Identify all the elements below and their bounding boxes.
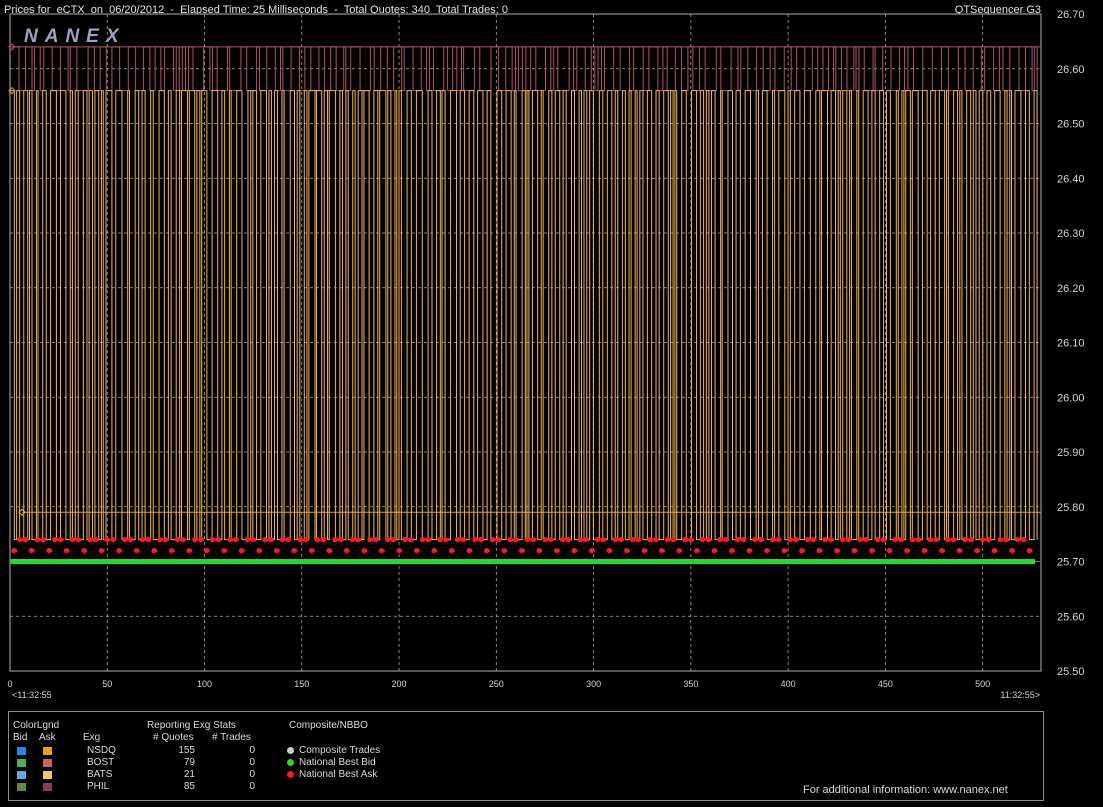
trade-count: 0 bbox=[249, 769, 255, 780]
ask-header: Ask bbox=[39, 732, 56, 743]
trade-count: 0 bbox=[249, 757, 255, 768]
legend-panel: ColorLgnd Bid Ask Exg Reporting Exg Stat… bbox=[8, 711, 1044, 801]
x-tick-label: 200 bbox=[392, 679, 407, 689]
ask-color-swatch bbox=[43, 747, 52, 755]
ask-color-swatch bbox=[43, 783, 52, 791]
y-tick-label: 26.10 bbox=[1057, 338, 1085, 350]
stats-title: Reporting Exg Stats bbox=[147, 720, 236, 731]
y-tick-label: 26.40 bbox=[1057, 173, 1085, 185]
y-tick-label: 25.90 bbox=[1057, 447, 1085, 459]
bid-color-swatch bbox=[17, 783, 26, 791]
quotes-header: # Quotes bbox=[153, 732, 194, 743]
ask-color-swatch bbox=[43, 759, 52, 767]
exg-header: Exg bbox=[83, 732, 101, 743]
trades-header: # Trades bbox=[212, 732, 251, 743]
x-tick-label: 250 bbox=[489, 679, 504, 689]
y-tick-label: 26.60 bbox=[1057, 64, 1085, 76]
x-tick-label: 450 bbox=[878, 679, 893, 689]
price-chart: 0 50 100 150 200 250 300 350 400 450 500 25.50 25.60… bbox=[7, 9, 1085, 700]
composite-title: Composite/NBBO bbox=[289, 720, 368, 731]
x-start-time: <11:32:55 bbox=[12, 690, 52, 700]
bid-color-swatch bbox=[17, 771, 26, 779]
composite-label: Composite Trades bbox=[299, 745, 381, 756]
y-tick-label: 25.50 bbox=[1057, 666, 1085, 678]
ask-color-swatch bbox=[43, 771, 52, 779]
y-tick-label: 26.00 bbox=[1057, 392, 1085, 404]
x-tick-label: 500 bbox=[975, 679, 990, 689]
quote-count: 21 bbox=[183, 769, 195, 780]
y-tick-label: 25.70 bbox=[1057, 557, 1085, 569]
x-tick-label: 400 bbox=[781, 679, 796, 689]
x-tick-label: 350 bbox=[683, 679, 698, 689]
nanex-logo: NANEX bbox=[24, 26, 126, 47]
exchange-name: BOST bbox=[87, 757, 115, 768]
x-tick-label: 150 bbox=[294, 679, 309, 689]
bid-header: Bid bbox=[13, 732, 28, 743]
composite-label: National Best Ask bbox=[299, 769, 378, 780]
x-tick-label: 100 bbox=[197, 679, 212, 689]
quote-count: 85 bbox=[183, 781, 195, 792]
bid-color-swatch bbox=[17, 747, 26, 755]
y-tick-label: 26.20 bbox=[1057, 283, 1085, 295]
exchange-name: BATS bbox=[87, 769, 113, 780]
trade-count: 0 bbox=[249, 745, 255, 756]
y-tick-label: 26.70 bbox=[1057, 9, 1085, 21]
exchange-name: NSDQ bbox=[87, 745, 116, 756]
x-end-time: 11:32:55> bbox=[1000, 690, 1040, 700]
footer-info: For additional information: www.nanex.ne… bbox=[803, 784, 1008, 796]
bid-color-swatch bbox=[17, 759, 26, 767]
y-tick-label: 25.80 bbox=[1057, 502, 1085, 514]
color-legend-title: ColorLgnd bbox=[13, 720, 60, 731]
composite-label: National Best Bid bbox=[299, 757, 376, 768]
quote-count: 155 bbox=[178, 745, 195, 756]
x-tick-label: 50 bbox=[102, 679, 112, 689]
exchange-name: PHIL bbox=[87, 781, 110, 792]
composite-marker bbox=[287, 747, 294, 754]
x-tick-label: 0 bbox=[7, 679, 12, 689]
quote-count: 79 bbox=[183, 757, 195, 768]
composite-marker bbox=[287, 759, 294, 766]
y-tick-label: 26.50 bbox=[1057, 119, 1085, 131]
trade-count: 0 bbox=[249, 781, 255, 792]
y-tick-label: 26.30 bbox=[1057, 228, 1085, 240]
composite-marker bbox=[287, 771, 294, 778]
y-tick-label: 25.60 bbox=[1057, 611, 1085, 623]
x-tick-label: 300 bbox=[586, 679, 601, 689]
